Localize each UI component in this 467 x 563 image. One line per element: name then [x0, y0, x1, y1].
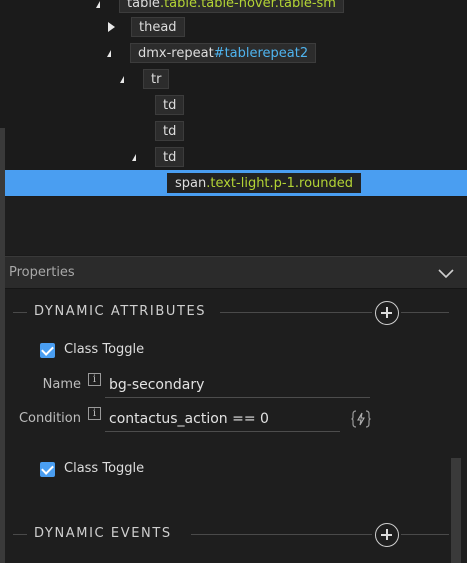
chevron-down-icon[interactable]	[437, 265, 455, 283]
class-toggle-checkbox[interactable]	[40, 343, 55, 358]
tree-node-tr[interactable]: tr	[0, 66, 467, 92]
triangle-down-icon[interactable]	[96, 1, 100, 8]
class-toggle-label: Class Toggle	[64, 461, 145, 476]
tree-node-td[interactable]: td	[0, 144, 467, 170]
section-dynamic-events: DYNAMIC EVENTS	[5, 523, 467, 547]
tree-node-label[interactable]: thead	[131, 17, 185, 37]
info-icon[interactable]: i	[88, 373, 101, 386]
tree-node-dmx-repeat[interactable]: dmx-repeat#tablerepeat2	[0, 40, 467, 66]
add-dynamic-event-button[interactable]	[375, 523, 399, 547]
condition-label: Condition	[18, 411, 81, 426]
tree-node-td[interactable]: td	[0, 118, 467, 144]
tree-node-label[interactable]: table.table.table-hover.table-sm	[119, 0, 344, 13]
tree-node-label[interactable]: td	[155, 147, 185, 167]
info-icon[interactable]: i	[88, 407, 101, 420]
class-toggle-checkbox[interactable]	[40, 462, 55, 477]
tree-node-label[interactable]: td	[155, 121, 185, 141]
app-root: table.table.table-hover.table-sm thead d…	[0, 0, 467, 563]
properties-body: DYNAMIC ATTRIBUTES Class Toggle Name i C…	[5, 289, 467, 563]
name-input[interactable]	[105, 372, 370, 398]
name-field-row: Name i	[5, 372, 467, 398]
tree-node-span-selected[interactable]: span.text-light.p-1.rounded	[0, 170, 467, 196]
structure-tree: table.table.table-hover.table-sm thead d…	[0, 0, 467, 197]
divider	[401, 312, 449, 313]
tree-node-td[interactable]: td	[0, 92, 467, 118]
tree-node-label[interactable]: span.text-light.p-1.rounded	[167, 173, 361, 193]
divider	[13, 534, 27, 535]
tree-node-label[interactable]: dmx-repeat#tablerepeat2	[130, 43, 317, 63]
lightning-bolt-icon[interactable]	[351, 409, 371, 429]
properties-scrollbar[interactable]	[451, 458, 461, 563]
triangle-down-icon[interactable]	[107, 50, 111, 57]
properties-header[interactable]: Properties	[5, 256, 467, 289]
triangle-right-icon[interactable]	[108, 22, 115, 32]
section-title: DYNAMIC EVENTS	[34, 526, 172, 541]
tree-node-label[interactable]: td	[155, 95, 185, 115]
properties-title: Properties	[9, 265, 75, 280]
divider	[220, 312, 372, 313]
divider	[191, 534, 372, 535]
section-dynamic-attributes: DYNAMIC ATTRIBUTES	[5, 301, 467, 325]
tree-node-thead[interactable]: thead	[0, 14, 467, 40]
triangle-down-icon[interactable]	[132, 154, 136, 161]
panel-divider	[0, 128, 5, 197]
section-title: DYNAMIC ATTRIBUTES	[34, 304, 207, 319]
add-dynamic-attribute-button[interactable]	[375, 301, 399, 325]
name-label: Name	[42, 377, 81, 392]
triangle-down-icon[interactable]	[120, 76, 124, 83]
tree-node-label[interactable]: tr	[143, 69, 170, 89]
condition-input[interactable]	[105, 406, 340, 432]
class-toggle-label: Class Toggle	[64, 342, 145, 357]
divider	[401, 534, 449, 535]
divider	[13, 312, 27, 313]
panel-gap	[5, 197, 467, 255]
condition-field-row: Condition i	[5, 406, 467, 432]
